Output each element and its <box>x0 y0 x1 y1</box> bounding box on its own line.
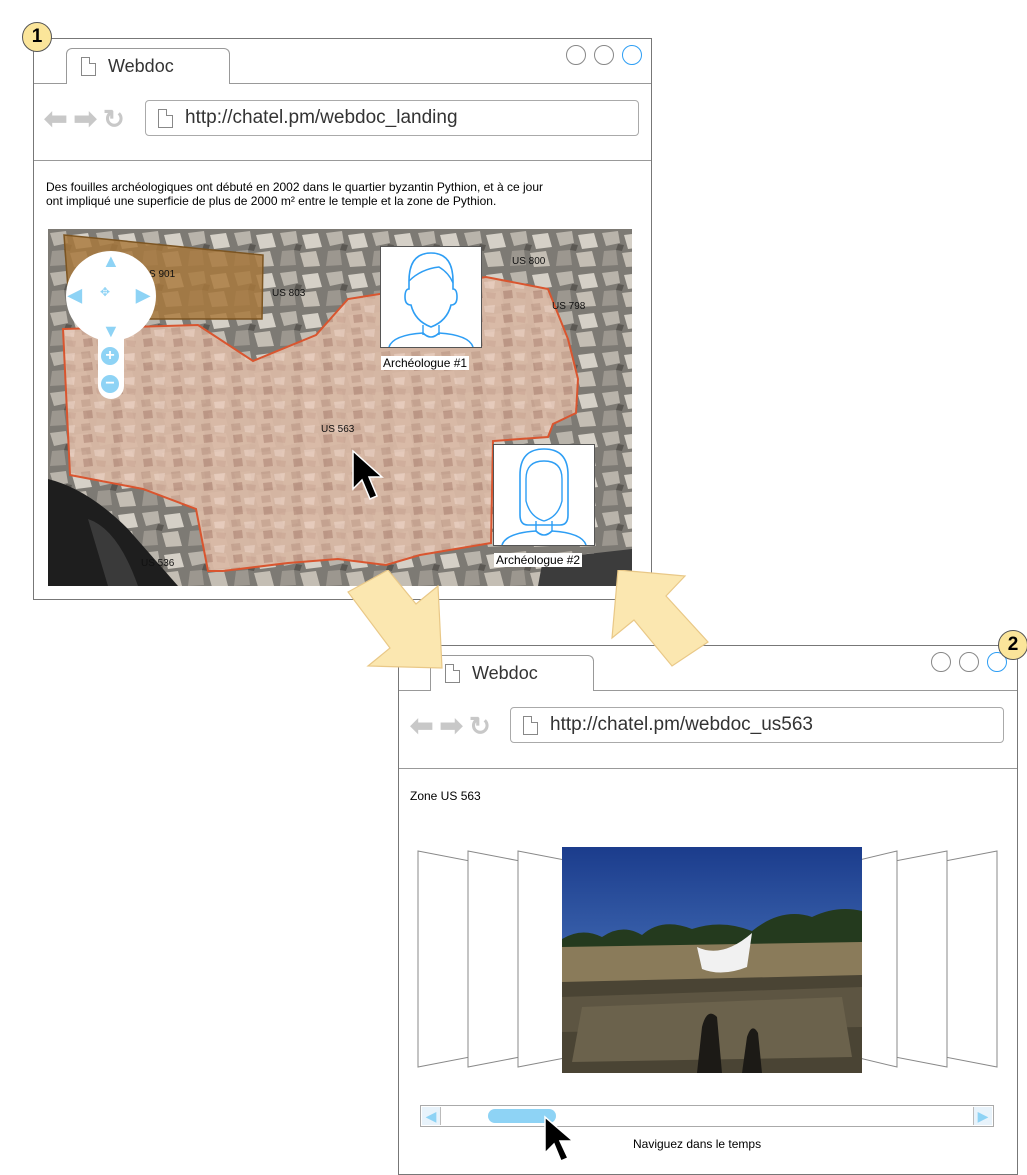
toolbar-divider <box>399 768 1017 769</box>
step-badge-2: 2 <box>998 630 1027 660</box>
archeologue-2-label: Archéologue #2 <box>494 553 583 567</box>
window-button[interactable] <box>566 45 586 65</box>
map-label-us798: US 798 <box>552 301 586 312</box>
excavation-site-photo <box>562 847 862 1073</box>
mouse-cursor-icon <box>544 1115 576 1162</box>
back-arrow-icon[interactable]: ⬅ <box>410 712 433 740</box>
zoom-out-icon[interactable]: − <box>101 375 119 393</box>
window-button[interactable] <box>959 652 979 672</box>
archeologue-2-card[interactable] <box>493 444 595 546</box>
pan-down-icon[interactable]: ▼ <box>102 321 120 342</box>
timeline-caption: Naviguez dans le temps <box>633 1137 762 1151</box>
scroll-right-arrow-icon[interactable]: ▶ <box>973 1107 992 1125</box>
reload-icon[interactable]: ↻ <box>469 712 491 740</box>
description-line-2: ont impliqué une superficie de plus de 2… <box>46 194 497 208</box>
url-text: http://chatel.pm/webdoc_us563 <box>550 714 814 735</box>
tab-bar-line <box>230 83 651 84</box>
mouse-cursor-icon <box>352 449 384 500</box>
female-avatar-icon <box>501 448 587 546</box>
forward-arrow-icon[interactable]: ➡ <box>439 712 462 740</box>
pan-left-icon[interactable]: ◀ <box>68 285 82 306</box>
nav-buttons: ⬅ ➡ ↻ <box>44 105 125 134</box>
document-icon <box>81 57 96 76</box>
nav-buttons: ⬅ ➡ ↻ <box>410 712 491 741</box>
description-line-1: Des fouilles archéologiques ont débuté e… <box>46 180 543 194</box>
window-button[interactable] <box>622 45 642 65</box>
tab-title: Webdoc <box>108 56 174 76</box>
window-button[interactable] <box>931 652 951 672</box>
map-label-us563: US 563 <box>321 424 355 435</box>
url-text: http://chatel.pm/webdoc_landing <box>185 107 458 128</box>
forward-arrow-icon[interactable]: ➡ <box>73 105 96 133</box>
scroll-left-arrow-icon[interactable]: ◀ <box>422 1107 441 1125</box>
window-button[interactable] <box>594 45 614 65</box>
carousel-center-photo[interactable] <box>562 847 862 1073</box>
map-label-us800: US 800 <box>512 256 546 267</box>
tab-bar-line <box>594 690 1017 691</box>
map-label-us803: US 803 <box>272 288 306 299</box>
carousel-panel-left-2[interactable] <box>467 850 521 1068</box>
center-cross-icon[interactable]: ✥ <box>100 285 110 299</box>
back-arrow-icon[interactable]: ⬅ <box>44 105 67 133</box>
carousel-panel-right-2[interactable] <box>894 850 948 1068</box>
flow-arrows <box>347 570 709 669</box>
map-navigation-control[interactable]: ▲ ◀ ▶ ▼ ✥ + − <box>66 251 156 401</box>
toolbar-divider <box>34 160 651 161</box>
tab-bar-line <box>34 83 66 84</box>
arrow-to-window2-icon <box>347 570 443 669</box>
excavation-map[interactable]: S 901 US 803 US 800 US 798 US 563 US 536… <box>48 229 632 586</box>
timeline-scrollbar[interactable]: ◀ ▶ <box>420 1105 994 1127</box>
archeologue-1-card[interactable] <box>380 246 482 348</box>
reload-icon[interactable]: ↻ <box>103 105 125 133</box>
address-bar[interactable]: http://chatel.pm/webdoc_us563 <box>510 707 1004 743</box>
page-icon <box>158 108 173 128</box>
carousel-panel-left-3[interactable] <box>417 850 471 1068</box>
zone-title: Zone US 563 <box>410 789 481 803</box>
address-bar[interactable]: http://chatel.pm/webdoc_landing <box>145 100 639 136</box>
zoom-in-icon[interactable]: + <box>101 347 119 365</box>
map-label-us536: US 536 <box>141 558 175 569</box>
arrow-back-to-window1-icon <box>611 570 709 667</box>
step-badge-1: 1 <box>22 22 52 52</box>
carousel-panel-right-3[interactable] <box>944 850 998 1068</box>
archeologue-1-label: Archéologue #1 <box>381 356 470 370</box>
page-icon <box>523 715 538 735</box>
pan-right-icon[interactable]: ▶ <box>136 285 150 306</box>
pan-up-icon[interactable]: ▲ <box>102 251 120 272</box>
tab-webdoc-landing[interactable]: Webdoc <box>66 48 230 84</box>
male-avatar-icon <box>388 252 474 348</box>
tab-bar-line <box>399 690 430 691</box>
